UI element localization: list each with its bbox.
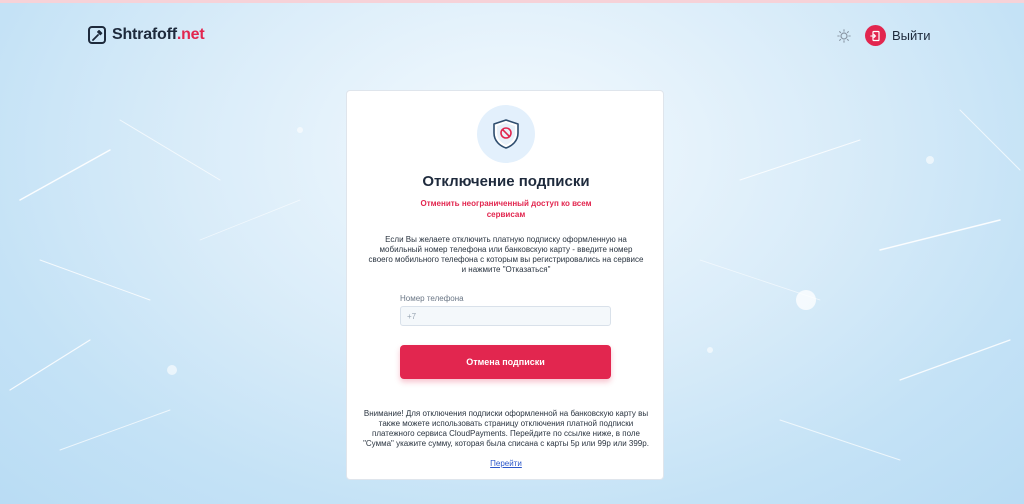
site-header: Shtrafoff.net Выйти <box>0 0 1024 72</box>
logout-label: Выйти <box>892 28 931 43</box>
phone-label: Номер телефона <box>400 294 464 303</box>
logout-button[interactable]: Выйти <box>865 25 931 46</box>
sun-icon[interactable] <box>836 28 852 44</box>
site-logo[interactable]: Shtrafoff.net <box>88 26 205 44</box>
cloudpayments-link[interactable]: Перейти <box>347 459 665 468</box>
card-subtitle: Отменить неограниченный доступ ко всем с… <box>420 199 592 219</box>
door-exit-icon <box>865 25 886 46</box>
logo-text: Shtrafoff.net <box>112 26 205 43</box>
unsubscribe-card: Отключение подписки Отменить неограничен… <box>346 90 664 480</box>
cancel-subscription-button[interactable]: Отмена подписки <box>400 345 611 379</box>
phone-input[interactable] <box>400 306 611 326</box>
page-title: Отключение подписки <box>422 173 590 190</box>
hammer-icon <box>88 26 106 44</box>
card-description: Если Вы желаете отключить платную подпис… <box>368 235 644 274</box>
notice-text: Внимание! Для отключения подписки оформл… <box>363 409 649 448</box>
shield-blocked-icon <box>477 105 535 163</box>
